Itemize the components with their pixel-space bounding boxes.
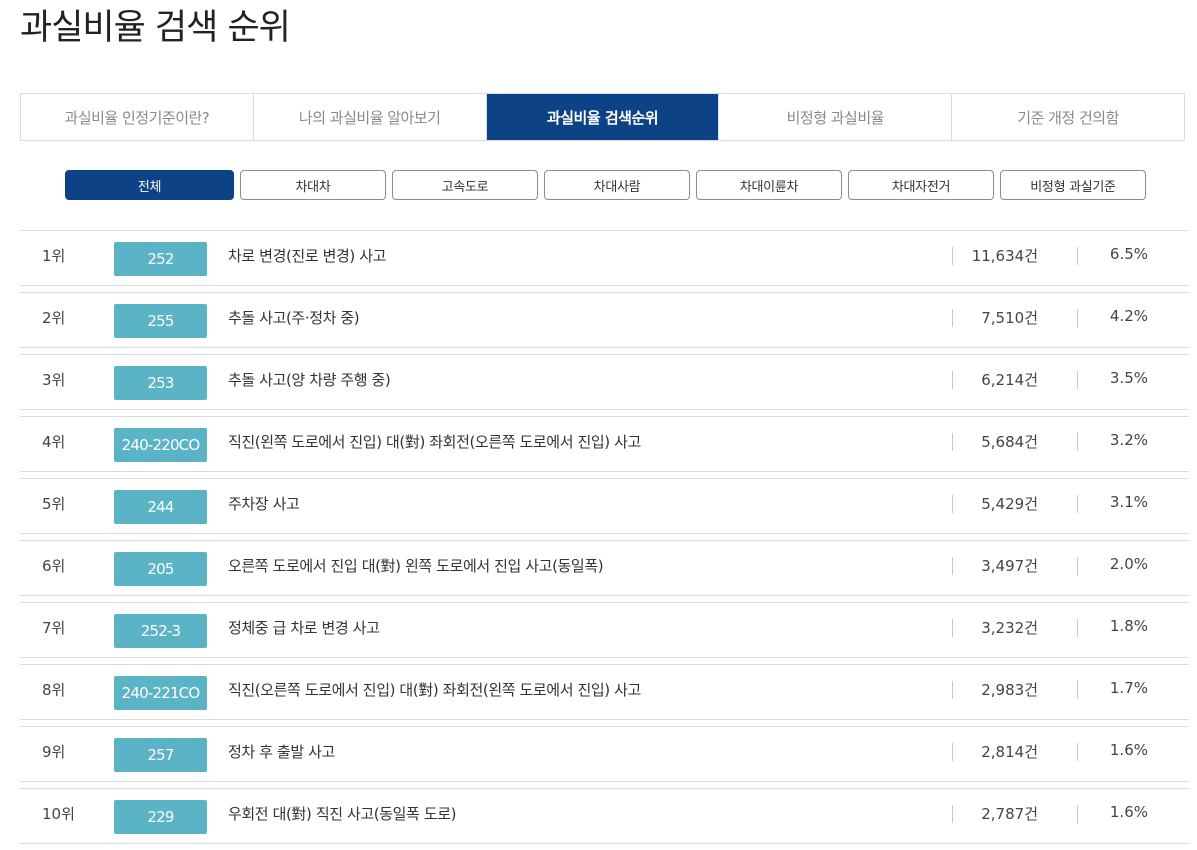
case-code-badge[interactable]: 253 <box>114 366 207 400</box>
case-code-badge[interactable]: 229 <box>114 800 207 834</box>
filter-car-vs-pedestrian-button[interactable]: 차대사람 <box>544 170 690 200</box>
search-count: 6,214건 <box>981 371 1038 389</box>
case-title[interactable]: 오른쪽 도로에서 진입 대(對) 왼쪽 도로에서 진입 사고(동일폭) <box>228 555 604 576</box>
search-ratio: 3.2% <box>1109 431 1148 449</box>
ranking-row[interactable]: 8위 240-221CO 직진(오른쪽 도로에서 진입) 대(對) 좌회전(왼쪽… <box>20 664 1189 720</box>
case-code-badge[interactable]: 205 <box>114 552 207 586</box>
column-divider <box>952 557 953 575</box>
column-divider <box>1077 433 1078 451</box>
filter-all-button[interactable]: 전체 <box>65 170 234 200</box>
filter-car-vs-car-button[interactable]: 차대차 <box>240 170 386 200</box>
column-divider <box>952 309 953 327</box>
main-tab-bar: 과실비율 인정기준이란? 나의 과실비율 알아보기 과실비율 검색순위 비정형 … <box>20 93 1185 141</box>
column-divider <box>1077 557 1078 575</box>
column-divider <box>1077 309 1078 327</box>
ranking-row[interactable]: 6위 205 오른쪽 도로에서 진입 대(對) 왼쪽 도로에서 진입 사고(동일… <box>20 540 1189 596</box>
rank-number: 1위 <box>42 247 66 265</box>
ranking-row[interactable]: 2위 255 추돌 사고(주·정차 중) 7,510건 4.2% <box>20 292 1189 348</box>
filter-car-vs-motorcycle-button[interactable]: 차대이륜차 <box>696 170 842 200</box>
column-divider <box>952 247 953 265</box>
case-code-badge[interactable]: 257 <box>114 738 207 772</box>
column-divider <box>952 743 953 761</box>
case-title[interactable]: 직진(왼쪽 도로에서 진입) 대(對) 좌회전(오른쪽 도로에서 진입) 사고 <box>228 431 641 452</box>
case-title[interactable]: 주차장 사고 <box>228 493 300 514</box>
rank-number: 2위 <box>42 309 66 327</box>
search-ratio: 3.1% <box>1109 493 1148 511</box>
column-divider <box>1077 681 1078 699</box>
case-code-badge[interactable]: 240-220CO <box>114 428 207 462</box>
case-title[interactable]: 직진(오른쪽 도로에서 진입) 대(對) 좌회전(왼쪽 도로에서 진입) 사고 <box>228 679 641 700</box>
column-divider <box>1077 495 1078 513</box>
search-ratio: 1.8% <box>1109 617 1148 635</box>
filter-atypical-criteria-button[interactable]: 비정형 과실기준 <box>1000 170 1146 200</box>
case-code-badge[interactable]: 240-221CO <box>114 676 207 710</box>
rank-number: 4위 <box>42 433 66 451</box>
search-ratio: 1.7% <box>1109 679 1148 697</box>
column-divider <box>952 805 953 823</box>
ranking-list: 1위 252 차로 변경(진로 변경) 사고 11,634건 6.5% 2위 2… <box>20 230 1189 850</box>
rank-number: 6위 <box>42 557 66 575</box>
column-divider <box>1077 805 1078 823</box>
case-code-badge[interactable]: 252-3 <box>114 614 207 648</box>
ranking-row[interactable]: 7위 252-3 정체중 급 차로 변경 사고 3,232건 1.8% <box>20 602 1189 658</box>
search-count: 2,787건 <box>981 805 1038 823</box>
column-divider <box>952 495 953 513</box>
rank-number: 7위 <box>42 619 66 637</box>
rank-number: 10위 <box>42 805 75 823</box>
tab-revision-suggestions[interactable]: 기준 개정 건의함 <box>952 94 1184 140</box>
search-ratio: 1.6% <box>1109 741 1148 759</box>
search-count: 5,429건 <box>981 495 1038 513</box>
case-title[interactable]: 정체중 급 차로 변경 사고 <box>228 617 380 638</box>
search-count: 11,634건 <box>971 247 1038 265</box>
column-divider <box>1077 247 1078 265</box>
case-code-badge[interactable]: 255 <box>114 304 207 338</box>
case-title[interactable]: 정차 후 출발 사고 <box>228 741 335 762</box>
search-count: 2,983건 <box>981 681 1038 699</box>
rank-number: 9위 <box>42 743 66 761</box>
ranking-row[interactable]: 1위 252 차로 변경(진로 변경) 사고 11,634건 6.5% <box>20 230 1189 286</box>
search-ratio: 1.6% <box>1109 803 1148 821</box>
filter-car-vs-bicycle-button[interactable]: 차대자전거 <box>848 170 994 200</box>
column-divider <box>952 433 953 451</box>
ranking-row[interactable]: 10위 229 우회전 대(對) 직진 사고(동일폭 도로) 2,787건 1.… <box>20 788 1189 844</box>
search-count: 7,510건 <box>981 309 1038 327</box>
page-title: 과실비율 검색 순위 <box>20 8 291 48</box>
search-count: 3,497건 <box>981 557 1038 575</box>
rank-number: 3위 <box>42 371 66 389</box>
column-divider <box>952 371 953 389</box>
search-ratio: 3.5% <box>1109 369 1148 387</box>
search-count: 5,684건 <box>981 433 1038 451</box>
tab-fault-ratio-criteria[interactable]: 과실비율 인정기준이란? <box>21 94 254 140</box>
search-ratio: 4.2% <box>1109 307 1148 325</box>
rank-number: 8위 <box>42 681 66 699</box>
case-code-badge[interactable]: 252 <box>114 242 207 276</box>
ranking-row[interactable]: 3위 253 추돌 사고(양 차량 주행 중) 6,214건 3.5% <box>20 354 1189 410</box>
search-count: 3,232건 <box>981 619 1038 637</box>
rank-number: 5위 <box>42 495 66 513</box>
case-title[interactable]: 추돌 사고(주·정차 중) <box>228 307 360 328</box>
category-filter-bar: 전체 차대차 고속도로 차대사람 차대이륜차 차대자전거 비정형 과실기준 <box>65 170 1146 200</box>
ranking-row[interactable]: 9위 257 정차 후 출발 사고 2,814건 1.6% <box>20 726 1189 782</box>
search-ratio: 6.5% <box>1109 245 1148 263</box>
column-divider <box>952 681 953 699</box>
ranking-row[interactable]: 4위 240-220CO 직진(왼쪽 도로에서 진입) 대(對) 좌회전(오른쪽… <box>20 416 1189 472</box>
column-divider <box>1077 371 1078 389</box>
column-divider <box>952 619 953 637</box>
column-divider <box>1077 743 1078 761</box>
tab-atypical-fault-ratio[interactable]: 비정형 과실비율 <box>719 94 953 140</box>
tab-my-fault-ratio[interactable]: 나의 과실비율 알아보기 <box>254 94 487 140</box>
case-title[interactable]: 우회전 대(對) 직진 사고(동일폭 도로) <box>228 803 456 824</box>
search-count: 2,814건 <box>981 743 1038 761</box>
tab-search-ranking[interactable]: 과실비율 검색순위 <box>486 94 720 140</box>
filter-highway-button[interactable]: 고속도로 <box>392 170 538 200</box>
ranking-row[interactable]: 5위 244 주차장 사고 5,429건 3.1% <box>20 478 1189 534</box>
column-divider <box>1077 619 1078 637</box>
case-title[interactable]: 추돌 사고(양 차량 주행 중) <box>228 369 391 390</box>
search-ratio: 2.0% <box>1109 555 1148 573</box>
case-code-badge[interactable]: 244 <box>114 490 207 524</box>
case-title[interactable]: 차로 변경(진로 변경) 사고 <box>228 245 386 266</box>
